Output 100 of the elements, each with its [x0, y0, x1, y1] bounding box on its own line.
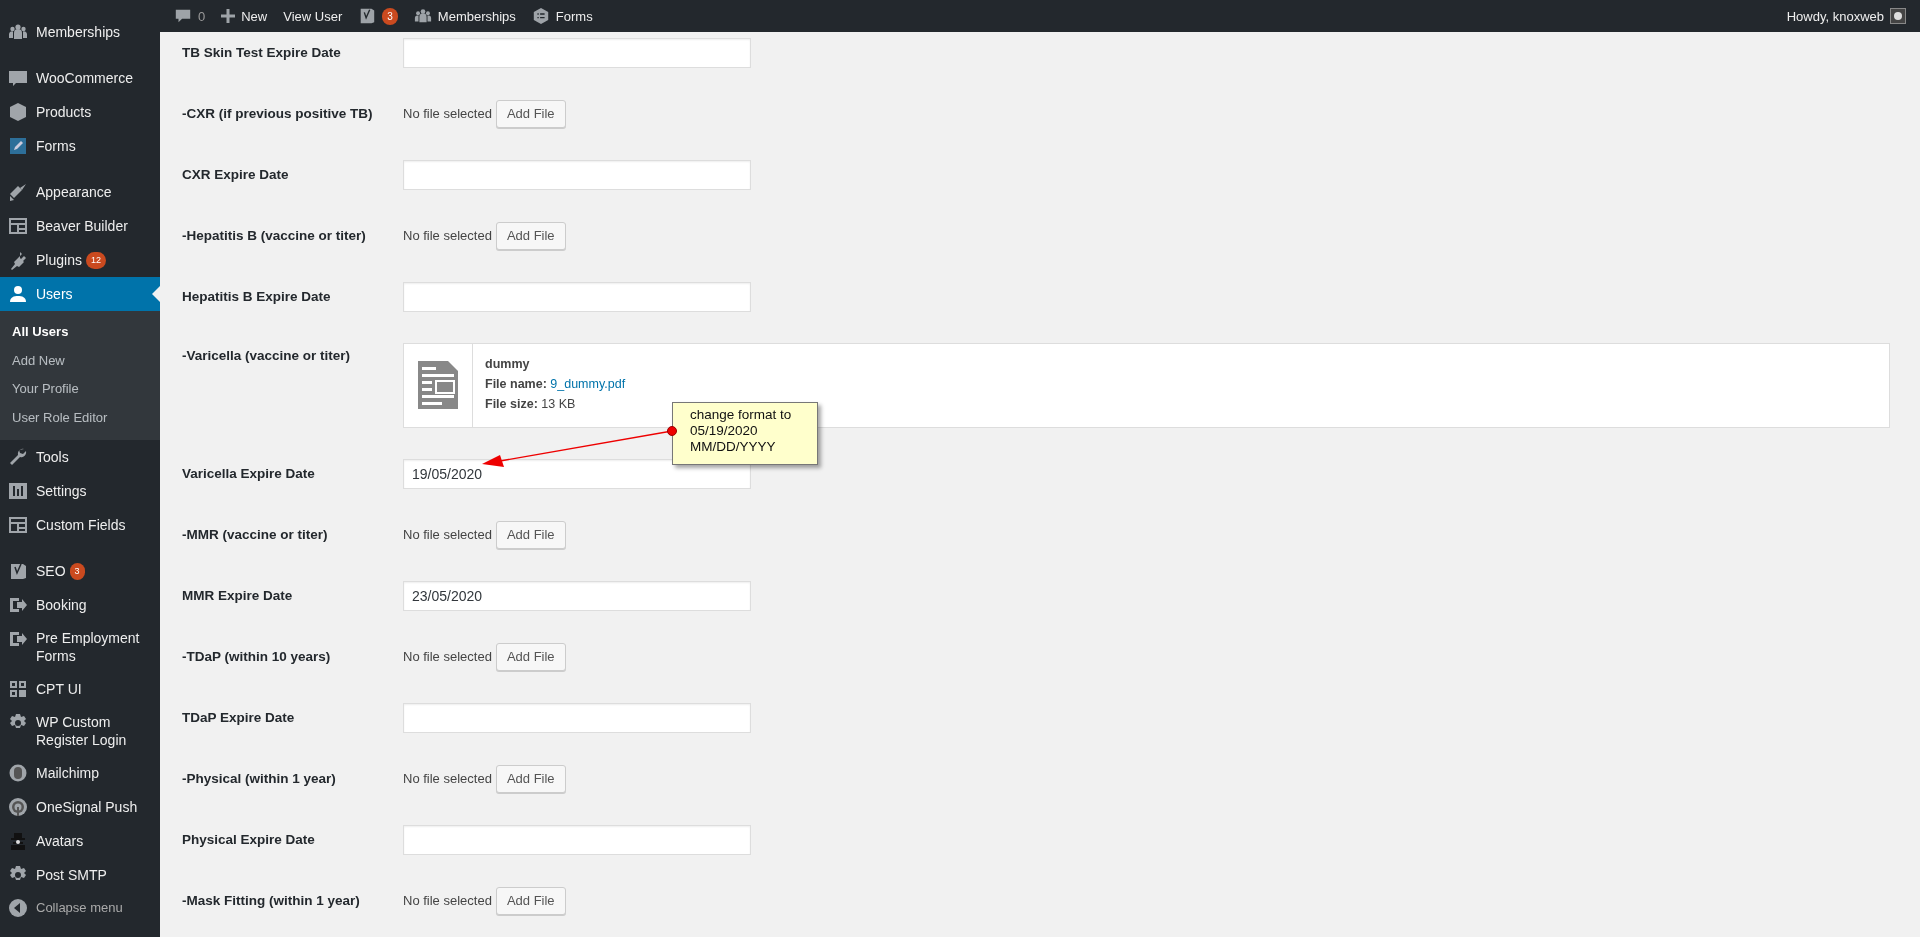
date-field[interactable]: [403, 702, 751, 733]
cube-icon: [8, 102, 28, 122]
exit-arrow-icon: [8, 629, 28, 649]
forms-link[interactable]: Forms: [523, 0, 601, 32]
sidebar-menu-item[interactable]: Settings: [0, 474, 160, 508]
comment-count: 0: [198, 8, 206, 24]
file-status: No file selected: [403, 771, 492, 786]
add-file-button[interactable]: Add File: [495, 221, 566, 250]
table-icon: [8, 515, 28, 535]
sidebar-menu-item[interactable]: SEO 3: [0, 554, 160, 588]
field-label: Physical Expire Date: [182, 830, 316, 849]
sliders-icon: [8, 481, 28, 501]
exit-arrow-icon: [8, 595, 28, 615]
field-label: TB Skin Test Expire Date: [182, 43, 342, 62]
sidebar-menu-item[interactable]: Avatars: [0, 824, 160, 858]
date-field[interactable]: [403, 281, 751, 312]
file-status: No file selected: [403, 527, 492, 542]
hat-figure-icon: [8, 831, 28, 851]
sidebar-menu-item[interactable]: WP Custom Register Login: [0, 706, 160, 756]
notification-badge: 3: [382, 7, 398, 25]
count-badge: 3: [69, 563, 85, 581]
add-file-button[interactable]: Add File: [495, 764, 566, 793]
wrench-icon: [8, 447, 28, 467]
field-label: -Physical (within 1 year): [182, 769, 337, 788]
sidebar-menu-item[interactable]: Pre Employment Forms: [0, 622, 160, 672]
people-icon: [413, 7, 432, 25]
submenu-link[interactable]: User Role Editor: [0, 403, 160, 432]
sidebar-menu-item[interactable]: Plugins 12: [0, 243, 160, 277]
field-label: MMR Expire Date: [182, 586, 294, 605]
list-hexagon-icon: [531, 7, 550, 25]
submenu-link[interactable]: Add New: [0, 346, 160, 375]
sidebar-menu-item[interactable]: Tools: [0, 440, 160, 474]
shield-logo-icon: [358, 7, 377, 25]
field-label: Hepatitis B Expire Date: [182, 287, 332, 306]
field-label: TDaP Expire Date: [182, 708, 296, 727]
squares-grid-icon: [8, 679, 28, 699]
chat-bubble-icon: [8, 68, 28, 88]
date-field[interactable]: [403, 37, 751, 68]
submenu-link[interactable]: Your Profile: [0, 375, 160, 404]
new-label: New: [241, 8, 268, 24]
collapse-menu-button[interactable]: Collapse menu: [0, 892, 160, 924]
signal-circle-icon: [8, 797, 28, 817]
field-label: -TDaP (within 10 years): [182, 647, 332, 666]
submenu-link[interactable]: All Users: [0, 318, 160, 347]
annotation-note: change format to 05/19/2020 MM/DD/YYYY: [672, 402, 818, 465]
add-file-button[interactable]: Add File: [495, 642, 566, 671]
memberships-label: Memberships: [437, 8, 516, 24]
date-field[interactable]: [403, 159, 751, 190]
add-file-button[interactable]: Add File: [495, 99, 566, 128]
sidebar-menu-item[interactable]: Beaver Builder: [0, 209, 160, 243]
date-field[interactable]: 23/05/2020: [403, 580, 751, 611]
plus-icon: [221, 9, 236, 23]
plug-icon: [8, 250, 28, 270]
sidebar-menu-item[interactable]: Memberships: [0, 15, 160, 49]
file-status: No file selected: [403, 649, 492, 664]
field-label: -CXR (if previous positive TB): [182, 104, 374, 123]
pencil-square-icon: [8, 136, 28, 156]
file-link[interactable]: 9_dummy.pdf: [550, 376, 626, 391]
sidebar-menu-item[interactable]: Custom Fields: [0, 508, 160, 542]
file-status: No file selected: [403, 106, 492, 121]
file-status: No file selected: [403, 893, 492, 908]
sidebar-menu-item[interactable]: CPT UI: [0, 672, 160, 706]
comments-link[interactable]: 0: [166, 0, 214, 32]
file-title: dummy: [485, 355, 531, 373]
field-label: -Varicella (vaccine or titer): [182, 346, 352, 365]
sidebar-menu-item[interactable]: Users: [0, 277, 160, 311]
field-label: -MMR (vaccine or titer): [182, 525, 329, 544]
add-file-button[interactable]: Add File: [495, 520, 566, 549]
account-menu[interactable]: Howdy, knoxweb: [1778, 0, 1914, 32]
greeting-text: Howdy, knoxweb: [1786, 8, 1884, 24]
sidebar-menu-item[interactable]: Booking: [0, 588, 160, 622]
seo-menu[interactable]: 3: [350, 0, 406, 32]
shield-logo-icon: [8, 561, 28, 581]
sidebar-menu-item[interactable]: Post SMTP: [0, 858, 160, 892]
sidebar-menu-item[interactable]: Appearance: [0, 175, 160, 209]
sidebar-menu-item[interactable]: Mailchimp: [0, 756, 160, 790]
user-icon: [8, 284, 28, 304]
sidebar-menu-item[interactable]: Products: [0, 95, 160, 129]
file-status: No file selected: [403, 228, 492, 243]
view-user-link[interactable]: View User: [275, 0, 351, 32]
field-label: CXR Expire Date: [182, 165, 290, 184]
new-link[interactable]: New: [213, 0, 276, 32]
date-field[interactable]: 19/05/2020: [403, 458, 751, 489]
anchor-dot-icon: [666, 425, 678, 437]
date-field[interactable]: [403, 824, 751, 855]
sidebar-menu-item[interactable]: Forms: [0, 129, 160, 163]
memberships-link[interactable]: Memberships: [405, 0, 524, 32]
add-file-button[interactable]: Add File: [495, 886, 566, 915]
file-size-label: File size:: [485, 396, 538, 411]
file-size: 13 KB: [541, 396, 576, 411]
sidebar-menu-item[interactable]: WooCommerce: [0, 61, 160, 95]
file-name-label: File name:: [485, 376, 547, 391]
forms-label: Forms: [555, 8, 593, 24]
brush-icon: [8, 182, 28, 202]
count-badge: 12: [85, 252, 106, 270]
field-label: -Hepatitis B (vaccine or titer): [182, 226, 367, 245]
field-label: -Mask Fitting (within 1 year): [182, 891, 361, 910]
people-icon: [8, 22, 28, 42]
layout-grid-icon: [8, 216, 28, 236]
sidebar-menu-item[interactable]: OneSignal Push: [0, 790, 160, 824]
